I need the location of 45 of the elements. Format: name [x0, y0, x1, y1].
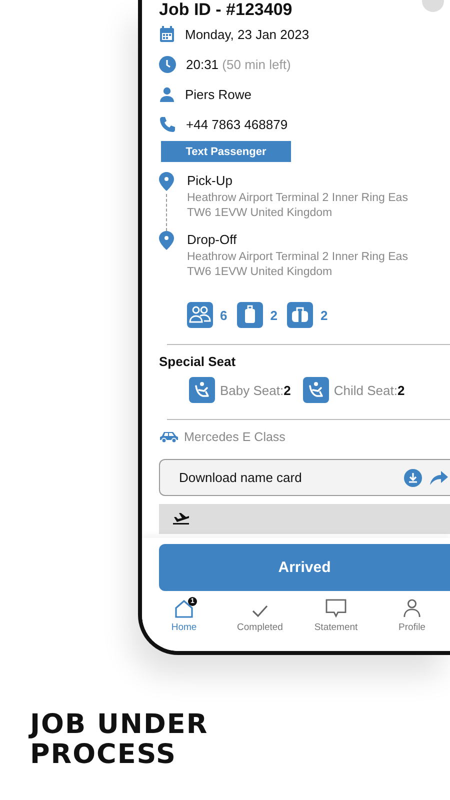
car-seat-icon — [189, 377, 215, 403]
address-text: Heathrow Airport Terminal 2 Inner Ring Eas — [187, 191, 408, 206]
download-icon[interactable] — [404, 468, 422, 486]
stop-label: Drop-Off — [187, 231, 238, 249]
download-card[interactable]: Download name card — [159, 459, 450, 496]
location-pin-icon — [159, 172, 174, 191]
nav-tab[interactable]: Profile — [374, 599, 450, 633]
job-title: Job ID - #123409 — [159, 1, 292, 19]
phone-number: +44 7863 468879 — [186, 116, 288, 132]
bag-icon — [287, 302, 314, 328]
caption-heading: JOB UNDER PROCESS — [30, 710, 210, 770]
text-passenger-button[interactable]: Text Passenger — [161, 141, 291, 162]
checkmark-icon — [251, 604, 269, 618]
profile-icon — [403, 599, 421, 618]
home-icon — [174, 600, 194, 618]
person-icon — [159, 86, 175, 102]
seat-count: Baby Seat:2 — [220, 382, 291, 398]
vehicle-name: Mercedes E Class — [184, 430, 286, 444]
nav-tab[interactable]: Completed — [222, 599, 298, 633]
count-value: 6 — [220, 308, 228, 322]
stop-label: Pick-Up — [187, 172, 234, 190]
share-icon[interactable] — [430, 470, 448, 484]
people-icon — [187, 302, 213, 328]
section-title: Special Seat — [159, 354, 237, 369]
passenger-name: Piers Rowe — [185, 86, 252, 102]
count-value: 2 — [320, 308, 328, 322]
phone-icon — [159, 116, 176, 132]
seat-count: Child Seat:2 — [334, 382, 405, 398]
car-icon — [159, 431, 179, 443]
address-text: TW6 1EVW United Kingdom — [187, 265, 334, 280]
calendar-icon — [159, 26, 175, 42]
nav-tab[interactable]: Statement — [298, 599, 374, 633]
speech-bubble-icon — [325, 599, 347, 618]
car-seat-icon — [302, 377, 329, 403]
location-pin-icon — [159, 231, 174, 250]
address-text: Heathrow Airport Terminal 2 Inner Ring Eas — [187, 250, 408, 265]
download-label: Download name card — [179, 470, 303, 485]
date-text: Monday, 23 Jan 2023 — [185, 26, 310, 42]
time-text: 20:31 (50 min left) — [186, 56, 291, 72]
suitcase-icon — [237, 302, 264, 328]
count-value: 2 — [270, 308, 278, 322]
arrived-button[interactable]: Arrived — [159, 544, 450, 591]
clock-icon — [159, 56, 176, 72]
airplane-icon — [173, 513, 189, 525]
address-text: TW6 1EVW United Kingdom — [187, 206, 334, 221]
